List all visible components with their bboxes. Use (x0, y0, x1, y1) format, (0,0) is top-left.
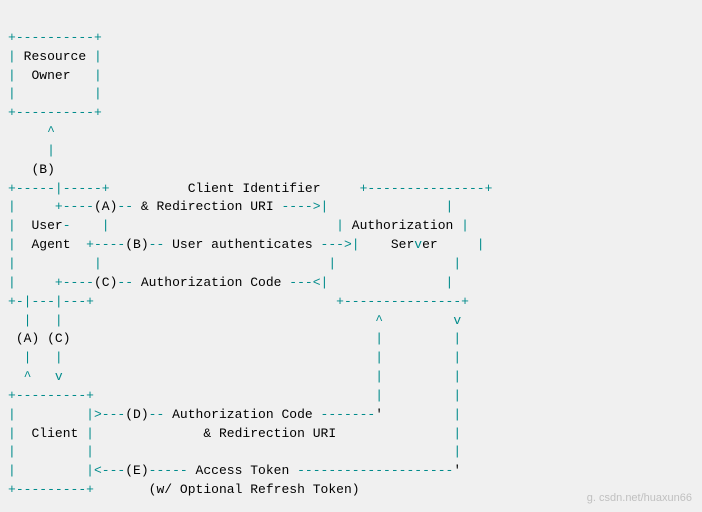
diagram-text: +----------+ | Resource | | Owner | | | … (8, 30, 492, 497)
diagram-container: +----------+ | Resource | | Owner | | | … (0, 0, 702, 512)
watermark: g. csdn.net/huaxun66 (587, 492, 692, 504)
